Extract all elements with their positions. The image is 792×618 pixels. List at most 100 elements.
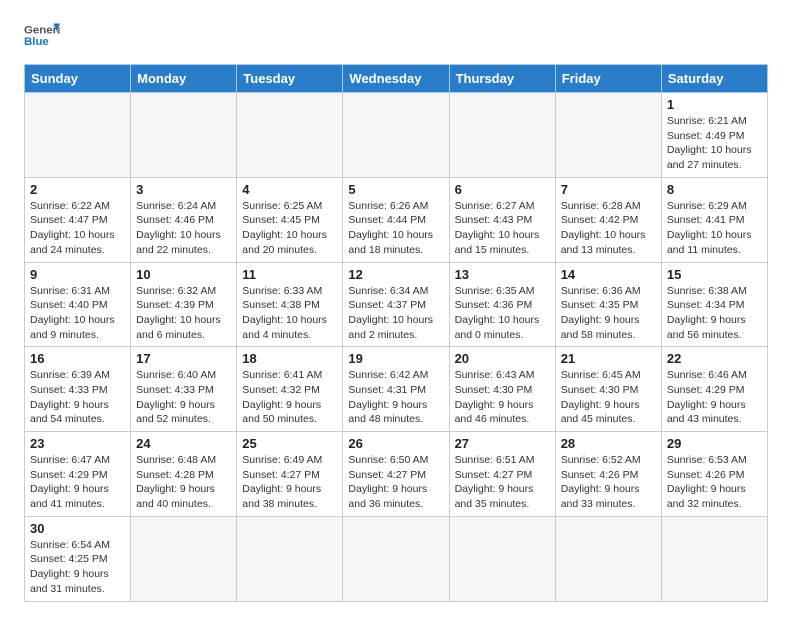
day-info: Sunrise: 6:47 AM Sunset: 4:29 PM Dayligh… bbox=[30, 453, 125, 512]
day-cell: 11Sunrise: 6:33 AM Sunset: 4:38 PM Dayli… bbox=[237, 262, 343, 347]
day-info: Sunrise: 6:53 AM Sunset: 4:26 PM Dayligh… bbox=[667, 453, 762, 512]
day-info: Sunrise: 6:45 AM Sunset: 4:30 PM Dayligh… bbox=[561, 368, 656, 427]
day-info: Sunrise: 6:28 AM Sunset: 4:42 PM Dayligh… bbox=[561, 199, 656, 258]
day-cell bbox=[131, 93, 237, 178]
day-info: Sunrise: 6:36 AM Sunset: 4:35 PM Dayligh… bbox=[561, 284, 656, 343]
day-cell: 19 Sunrise: 6:42 AM Sunset: 4:31 PM Dayli… bbox=[343, 347, 449, 432]
day-number: 26 bbox=[348, 436, 443, 451]
day-info: Sunrise: 6:40 AM Sunset: 4:33 PM Dayligh… bbox=[136, 368, 231, 427]
day-cell: 9 Sunrise: 6:31 AM Sunset: 4:40 PM Daylig… bbox=[25, 262, 131, 347]
day-cell bbox=[343, 93, 449, 178]
day-cell: 26 Sunrise: 6:50 AM Sunset: 4:27 PM Dayli… bbox=[343, 432, 449, 517]
day-number: 24 bbox=[136, 436, 231, 451]
weekday-header-row: SundayMondayTuesdayWednesdayThursdayFrid… bbox=[25, 65, 768, 93]
day-cell: 7Sunrise: 6:28 AM Sunset: 4:42 PM Daylig… bbox=[555, 177, 661, 262]
day-number: 18 bbox=[242, 351, 337, 366]
weekday-wednesday: Wednesday bbox=[343, 65, 449, 93]
day-number: 10 bbox=[136, 267, 231, 282]
day-number: 19 bbox=[348, 351, 443, 366]
calendar: SundayMondayTuesdayWednesdayThursdayFrid… bbox=[24, 64, 768, 602]
day-cell: 20 Sunrise: 6:43 AM Sunset: 4:30 PM Dayli… bbox=[449, 347, 555, 432]
weekday-thursday: Thursday bbox=[449, 65, 555, 93]
day-number: 3 bbox=[136, 182, 231, 197]
day-cell: 6 Sunrise: 6:27 AM Sunset: 4:43 PM Daylig… bbox=[449, 177, 555, 262]
day-number: 20 bbox=[455, 351, 550, 366]
day-cell bbox=[237, 516, 343, 601]
day-cell: 14 Sunrise: 6:36 AM Sunset: 4:35 PM Dayli… bbox=[555, 262, 661, 347]
page: General Blue SundayMondayTuesdayWednesda… bbox=[0, 0, 792, 618]
day-info: Sunrise: 6:42 AM Sunset: 4:31 PM Dayligh… bbox=[348, 368, 443, 427]
day-cell: 23 Sunrise: 6:47 AM Sunset: 4:29 PM Dayli… bbox=[25, 432, 131, 517]
day-number: 29 bbox=[667, 436, 762, 451]
day-number: 21 bbox=[561, 351, 656, 366]
day-cell bbox=[555, 516, 661, 601]
day-cell: 28Sunrise: 6:52 AM Sunset: 4:26 PM Dayli… bbox=[555, 432, 661, 517]
day-cell bbox=[555, 93, 661, 178]
week-row-4: 16 Sunrise: 6:39 AM Sunset: 4:33 PM Dayli… bbox=[25, 347, 768, 432]
day-number: 12 bbox=[348, 267, 443, 282]
day-number: 25 bbox=[242, 436, 337, 451]
day-number: 16 bbox=[30, 351, 125, 366]
day-info: Sunrise: 6:27 AM Sunset: 4:43 PM Dayligh… bbox=[455, 199, 550, 258]
day-info: Sunrise: 6:34 AM Sunset: 4:37 PM Dayligh… bbox=[348, 284, 443, 343]
day-info: Sunrise: 6:52 AM Sunset: 4:26 PM Dayligh… bbox=[561, 453, 656, 512]
week-row-3: 9 Sunrise: 6:31 AM Sunset: 4:40 PM Daylig… bbox=[25, 262, 768, 347]
day-cell bbox=[449, 516, 555, 601]
day-cell: 24 Sunrise: 6:48 AM Sunset: 4:28 PM Dayli… bbox=[131, 432, 237, 517]
day-cell: 15 Sunrise: 6:38 AM Sunset: 4:34 PM Dayli… bbox=[661, 262, 767, 347]
day-info: Sunrise: 6:29 AM Sunset: 4:41 PM Dayligh… bbox=[667, 199, 762, 258]
day-number: 9 bbox=[30, 267, 125, 282]
week-row-2: 2 Sunrise: 6:22 AM Sunset: 4:47 PM Daylig… bbox=[25, 177, 768, 262]
day-info: Sunrise: 6:51 AM Sunset: 4:27 PM Dayligh… bbox=[455, 453, 550, 512]
day-info: Sunrise: 6:38 AM Sunset: 4:34 PM Dayligh… bbox=[667, 284, 762, 343]
logo: General Blue bbox=[24, 20, 60, 50]
day-number: 15 bbox=[667, 267, 762, 282]
day-info: Sunrise: 6:46 AM Sunset: 4:29 PM Dayligh… bbox=[667, 368, 762, 427]
day-cell: 16 Sunrise: 6:39 AM Sunset: 4:33 PM Dayli… bbox=[25, 347, 131, 432]
day-number: 17 bbox=[136, 351, 231, 366]
week-row-5: 23 Sunrise: 6:47 AM Sunset: 4:29 PM Dayli… bbox=[25, 432, 768, 517]
day-info: Sunrise: 6:50 AM Sunset: 4:27 PM Dayligh… bbox=[348, 453, 443, 512]
day-info: Sunrise: 6:49 AM Sunset: 4:27 PM Dayligh… bbox=[242, 453, 337, 512]
day-info: Sunrise: 6:31 AM Sunset: 4:40 PM Dayligh… bbox=[30, 284, 125, 343]
day-number: 13 bbox=[455, 267, 550, 282]
day-cell bbox=[661, 516, 767, 601]
day-cell: 29 Sunrise: 6:53 AM Sunset: 4:26 PM Dayli… bbox=[661, 432, 767, 517]
day-cell: 27 Sunrise: 6:51 AM Sunset: 4:27 PM Dayli… bbox=[449, 432, 555, 517]
day-cell: 5Sunrise: 6:26 AM Sunset: 4:44 PM Daylig… bbox=[343, 177, 449, 262]
weekday-sunday: Sunday bbox=[25, 65, 131, 93]
day-number: 30 bbox=[30, 521, 125, 536]
day-info: Sunrise: 6:43 AM Sunset: 4:30 PM Dayligh… bbox=[455, 368, 550, 427]
day-cell: 30Sunrise: 6:54 AM Sunset: 4:25 PM Dayli… bbox=[25, 516, 131, 601]
day-info: Sunrise: 6:22 AM Sunset: 4:47 PM Dayligh… bbox=[30, 199, 125, 258]
weekday-tuesday: Tuesday bbox=[237, 65, 343, 93]
day-cell: 21 Sunrise: 6:45 AM Sunset: 4:30 PM Dayli… bbox=[555, 347, 661, 432]
day-info: Sunrise: 6:35 AM Sunset: 4:36 PM Dayligh… bbox=[455, 284, 550, 343]
day-info: Sunrise: 6:48 AM Sunset: 4:28 PM Dayligh… bbox=[136, 453, 231, 512]
day-cell: 4 Sunrise: 6:25 AM Sunset: 4:45 PM Daylig… bbox=[237, 177, 343, 262]
day-number: 8 bbox=[667, 182, 762, 197]
week-row-1: 1Sunrise: 6:21 AM Sunset: 4:49 PM Daylig… bbox=[25, 93, 768, 178]
day-cell bbox=[343, 516, 449, 601]
day-number: 4 bbox=[242, 182, 337, 197]
day-cell: 13 Sunrise: 6:35 AM Sunset: 4:36 PM Dayli… bbox=[449, 262, 555, 347]
day-info: Sunrise: 6:25 AM Sunset: 4:45 PM Dayligh… bbox=[242, 199, 337, 258]
day-info: Sunrise: 6:24 AM Sunset: 4:46 PM Dayligh… bbox=[136, 199, 231, 258]
day-info: Sunrise: 6:26 AM Sunset: 4:44 PM Dayligh… bbox=[348, 199, 443, 258]
day-number: 6 bbox=[455, 182, 550, 197]
day-cell: 25 Sunrise: 6:49 AM Sunset: 4:27 PM Dayli… bbox=[237, 432, 343, 517]
day-info: Sunrise: 6:39 AM Sunset: 4:33 PM Dayligh… bbox=[30, 368, 125, 427]
day-cell bbox=[25, 93, 131, 178]
day-cell: 12 Sunrise: 6:34 AM Sunset: 4:37 PM Dayli… bbox=[343, 262, 449, 347]
day-number: 23 bbox=[30, 436, 125, 451]
day-cell: 18Sunrise: 6:41 AM Sunset: 4:32 PM Dayli… bbox=[237, 347, 343, 432]
day-number: 14 bbox=[561, 267, 656, 282]
day-cell bbox=[237, 93, 343, 178]
svg-text:Blue: Blue bbox=[24, 36, 49, 48]
day-cell: 1Sunrise: 6:21 AM Sunset: 4:49 PM Daylig… bbox=[661, 93, 767, 178]
day-cell: 22Sunrise: 6:46 AM Sunset: 4:29 PM Dayli… bbox=[661, 347, 767, 432]
day-cell bbox=[131, 516, 237, 601]
generalblue-icon: General Blue bbox=[24, 20, 60, 50]
day-number: 2 bbox=[30, 182, 125, 197]
day-number: 27 bbox=[455, 436, 550, 451]
